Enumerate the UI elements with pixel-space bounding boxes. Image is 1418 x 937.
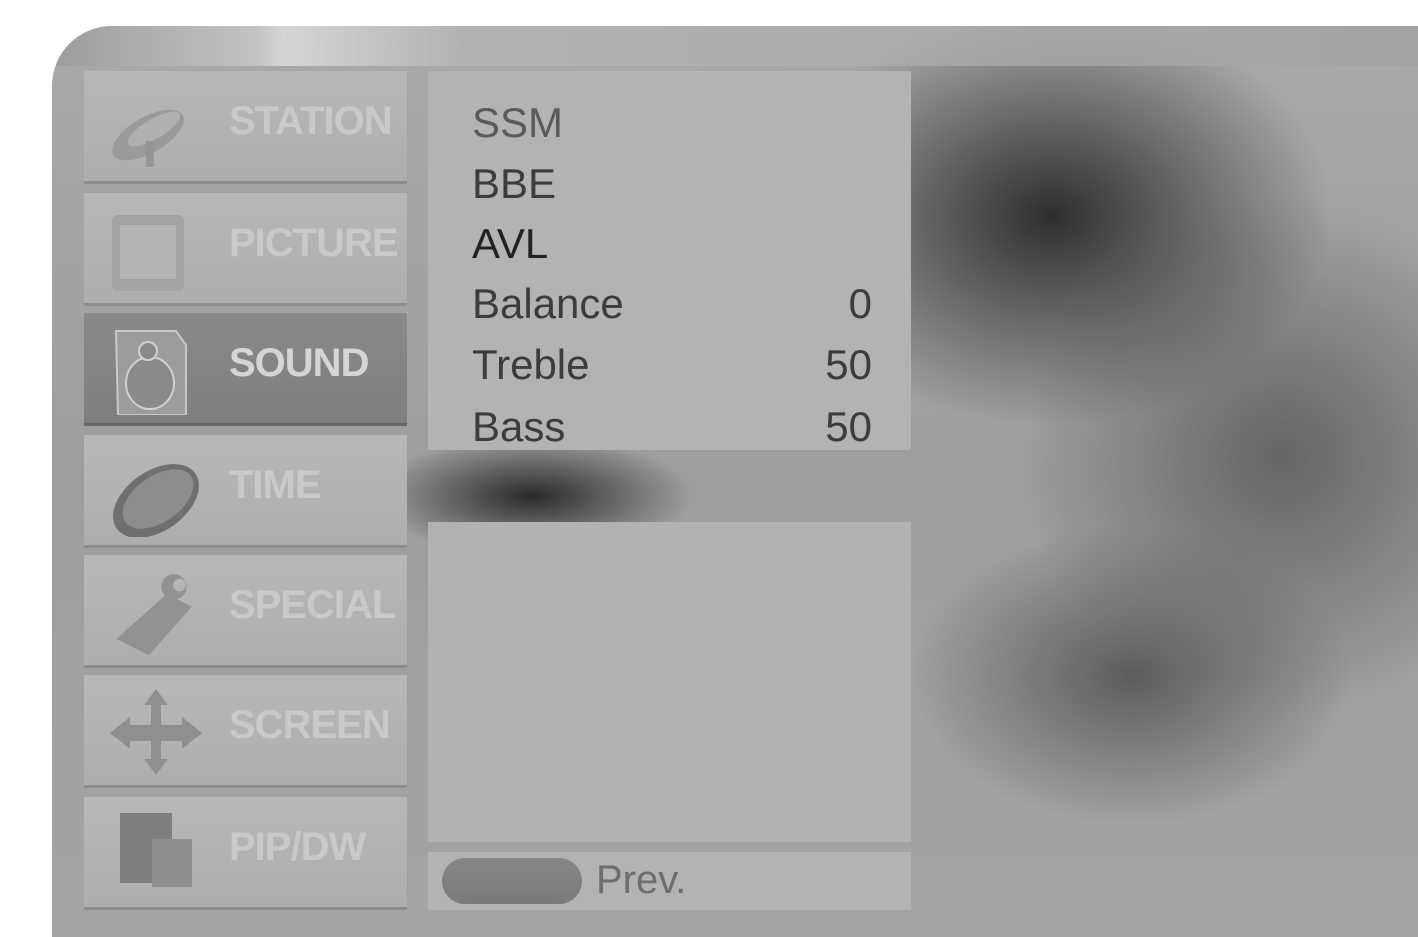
menu-item-label: PIP/DW [229, 825, 366, 869]
option-value: 50 [825, 403, 872, 450]
sound-options-panel: SSM BBE AVL Balance 0 Treble 50 Bass 50 [428, 71, 911, 450]
menu-item-pip-dw[interactable]: PIP/DW [84, 797, 407, 910]
option-label: Bass [472, 403, 566, 450]
option-ssm[interactable]: SSM [472, 99, 872, 159]
option-treble[interactable]: Treble 50 [472, 341, 872, 401]
menu-item-label: SCREEN [229, 703, 391, 747]
menu-item-screen[interactable]: SCREEN [84, 675, 407, 788]
speaker-icon [114, 330, 187, 415]
menu-item-sound[interactable]: SOUND [84, 313, 407, 426]
satellite-dish-icon [112, 109, 184, 167]
menu-item-time[interactable]: TIME [84, 435, 407, 548]
menu-item-station[interactable]: STATION [84, 71, 407, 184]
info-panel [428, 522, 911, 842]
option-avl[interactable]: AVL [472, 220, 872, 280]
menu-item-label: SPECIAL [229, 583, 396, 627]
prev-button[interactable] [442, 858, 582, 904]
option-value: 50 [825, 341, 872, 388]
option-bass[interactable]: Bass 50 [472, 403, 872, 450]
option-label: Treble [472, 341, 590, 388]
menu-item-picture[interactable]: PICTURE [84, 193, 407, 306]
option-balance[interactable]: Balance 0 [472, 280, 872, 340]
menu-item-label: PICTURE [229, 221, 399, 265]
clock-icon [113, 464, 199, 537]
menu-item-label: TIME [229, 463, 322, 507]
option-bbe[interactable]: BBE [472, 160, 872, 220]
menu-item-special[interactable]: SPECIAL [84, 555, 407, 668]
prev-label: Prev. [596, 858, 687, 902]
move-arrows-icon [110, 689, 202, 775]
option-value: 0 [848, 280, 872, 327]
menu-item-label: SOUND [229, 341, 369, 385]
tv-icon [112, 215, 184, 291]
navigation-bar: Prev. [428, 852, 911, 910]
menu-item-label: STATION [229, 99, 393, 143]
tag-icon [116, 574, 192, 656]
tv-osd-screen: STATION PICTURE SOUND TIME SPECIAL SCREE… [52, 26, 1418, 937]
option-label: BBE [472, 160, 557, 207]
pip-icon [120, 813, 192, 887]
option-label: Balance [472, 280, 624, 327]
option-label: AVL [472, 220, 549, 267]
option-label: SSM [472, 99, 564, 146]
